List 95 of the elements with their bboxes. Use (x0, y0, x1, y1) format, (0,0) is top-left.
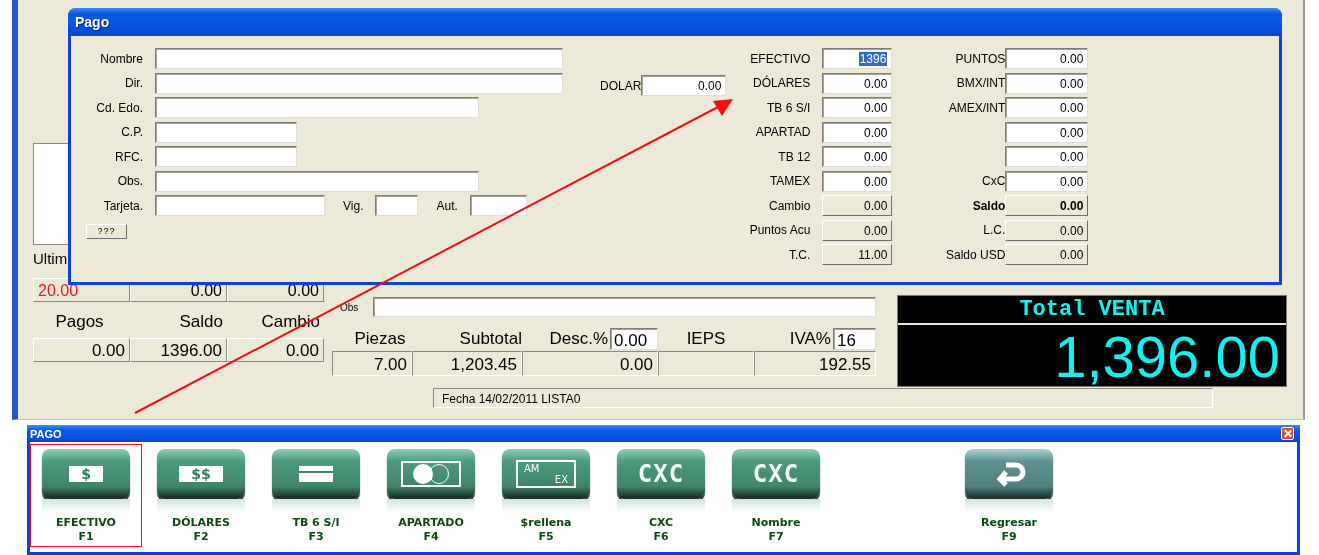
column-label: Subtotal (459, 329, 522, 349)
return-icon (965, 449, 1053, 499)
payment-button[interactable]: AM EX $rellena F5 (490, 444, 602, 547)
payment-button[interactable]: $ EFECTIVO F1 (30, 444, 142, 547)
field-label: C.P. (120, 125, 143, 139)
field-label: PUNTOS (954, 51, 1006, 66)
field-label: TB 6 S/I (766, 100, 811, 115)
card-icon (387, 449, 475, 499)
column-label: IVA% (789, 329, 831, 349)
field-label: Vig. (343, 198, 364, 213)
card-icon (272, 449, 360, 499)
input-field[interactable] (155, 97, 479, 118)
input-field[interactable]: 0.00 (1005, 48, 1089, 69)
field-label: AMEX/INT (947, 100, 1006, 115)
key-icon: CXC (617, 449, 705, 499)
field-label: Cambio (768, 198, 811, 213)
input-field[interactable]: 0.00 (610, 328, 658, 350)
input-field[interactable]: 1396 (822, 48, 893, 69)
readonly-field: 0.00 (822, 195, 893, 216)
window-title: PAGO (30, 427, 62, 440)
input-field[interactable] (375, 195, 419, 216)
field-label: Aut. (436, 198, 458, 213)
status-bar: Fecha 14/02/2011 LISTA0 (433, 388, 1213, 408)
close-button[interactable] (1281, 427, 1294, 440)
field-label: CxC (981, 174, 1006, 188)
total-cell: 7.00 (332, 351, 412, 376)
payment-button[interactable]: CXC Nombre F7 (720, 444, 832, 547)
total-amount: 1,396.00 (1053, 325, 1281, 386)
window-title: Pago (75, 14, 110, 30)
field-label: EFECTIVO (749, 51, 811, 66)
input-field[interactable]: 0.00 (822, 146, 893, 167)
readonly-field: 0.00 (1005, 195, 1089, 216)
total-cell: 0.00 (522, 351, 658, 376)
input-field[interactable]: 0.00 (1005, 146, 1089, 167)
readonly-field: 11.00 (822, 244, 893, 265)
input-field[interactable] (155, 72, 563, 94)
input-field[interactable]: 0.00 (1005, 170, 1089, 192)
field-label: TB 12 (777, 149, 811, 164)
amount-cell: 0.00 (33, 338, 130, 362)
field-label: Nombre (99, 51, 143, 66)
readonly-field: 0.00 (1005, 244, 1089, 265)
field-label: Obs. (116, 174, 143, 188)
field-label: Dir. (124, 76, 143, 90)
input-field[interactable]: 0.00 (1005, 72, 1089, 94)
input-field[interactable]: 0.00 (1005, 121, 1089, 143)
field-label: DÓLARES (752, 76, 811, 90)
input-field[interactable] (155, 121, 297, 143)
field-label: Cd. Edo. (95, 100, 143, 115)
input-field[interactable]: 0.00 (822, 97, 893, 118)
input-field[interactable]: 0.00 (822, 170, 893, 192)
field-label: BMX/INT (955, 76, 1006, 90)
input-field[interactable] (155, 146, 297, 167)
payment-button[interactable]: $$ DÓLARES F2 (145, 444, 257, 547)
input-field[interactable] (155, 195, 325, 216)
field-label: L.C. (982, 223, 1006, 237)
payment-button[interactable]: Regresar F9 (953, 444, 1065, 547)
input-field[interactable]: 0.00 (822, 121, 893, 143)
amount-cell: 1396.00 (130, 338, 227, 362)
payment-button[interactable]: APARTADO F4 (375, 444, 487, 547)
bills-icon: $$ (157, 449, 245, 499)
column-label: Desc.% (549, 329, 608, 349)
field-label: T.C. (788, 247, 811, 262)
card-icon: AM EX (502, 449, 590, 499)
field-label: Saldo USD (944, 247, 1006, 262)
input-field[interactable]: 0.00 (1005, 97, 1089, 118)
input-field[interactable]: 16 (833, 328, 876, 350)
column-label: Saldo (178, 312, 224, 332)
payment-button[interactable]: CXC CXC F6 (605, 444, 717, 547)
column-label: Pagos (54, 312, 105, 332)
input-field[interactable] (155, 170, 479, 192)
field-label: TAMEX (768, 174, 811, 188)
key-icon: CXC (732, 449, 820, 499)
field-label: Saldo (971, 198, 1006, 213)
bill-icon: $ (42, 449, 130, 499)
field-label: APARTAD (754, 125, 811, 139)
input-field[interactable] (469, 195, 527, 216)
input-field[interactable]: 0.00 (822, 72, 893, 94)
payment-button[interactable]: TB 6 S/I F3 (260, 444, 372, 547)
column-label: Piezas (354, 329, 406, 349)
field-label: Ultim (33, 250, 69, 267)
total-cell: 1,203.45 (412, 351, 522, 376)
total-title: Total VENTA (898, 296, 1286, 325)
field-label: RFC. (114, 149, 143, 164)
field-label: DOLAR (600, 78, 642, 93)
column-label: IEPS (686, 329, 726, 349)
help-button[interactable]: ??? (86, 223, 127, 239)
input-field[interactable] (155, 48, 563, 69)
readonly-field: 0.00 (1005, 219, 1089, 241)
readonly-field: 0.00 (822, 219, 893, 241)
obs-input-field[interactable] (373, 297, 876, 317)
field-label: Tarjeta. (102, 198, 143, 213)
input-field[interactable]: 0.00 (641, 75, 727, 96)
total-cell: 192.55 (754, 351, 876, 376)
amount-cell: 0.00 (227, 338, 324, 362)
field-label: Puntos Acu (748, 223, 811, 237)
